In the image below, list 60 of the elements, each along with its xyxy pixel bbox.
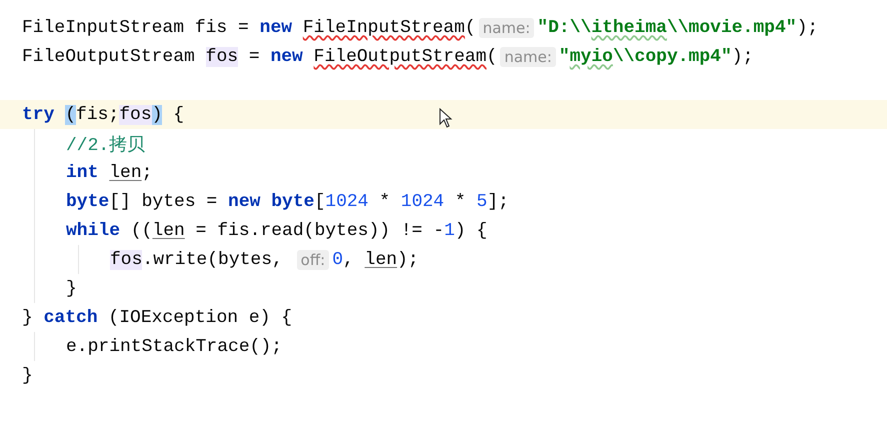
code-text: fis;	[76, 104, 120, 124]
code-text: }	[66, 278, 77, 298]
string-literal: "	[558, 46, 570, 66]
mouse-pointer-icon	[439, 108, 453, 128]
code-text: (	[464, 18, 476, 38]
string-literal: "D:\\	[537, 18, 592, 38]
code-text: ((	[130, 220, 152, 240]
variable-name: len	[152, 220, 185, 240]
class-name: FileOutputStream	[314, 46, 486, 66]
code-text: = fis.read(bytes)) != -	[194, 220, 444, 240]
parameter-hint: name:	[478, 18, 534, 38]
number-literal: 0	[332, 250, 344, 270]
keyword: while	[66, 220, 120, 240]
number-literal: 1024	[400, 192, 444, 212]
variable-name: fos	[206, 46, 238, 66]
parameter-hint: name:	[500, 46, 556, 66]
variable-name: len	[109, 162, 142, 182]
keyword: new	[260, 18, 294, 38]
variable-name: fos	[110, 250, 142, 270]
string-literal: \\copy.mp4"	[612, 46, 732, 66]
code-text: FileInputStream fis =	[22, 18, 250, 38]
bracket: (	[65, 104, 76, 124]
keyword: catch	[44, 308, 98, 328]
code-text: =	[248, 46, 261, 66]
keyword: new byte	[228, 192, 314, 212]
code-text: e.printStackTrace();	[66, 336, 282, 356]
code-text: }	[22, 308, 34, 328]
number-literal: 1	[444, 220, 455, 240]
code-text: (IOException e) {	[107, 308, 292, 328]
code-comment: //2.拷贝	[66, 134, 146, 156]
keyword: try	[22, 104, 56, 124]
code-text: *	[378, 192, 392, 212]
number-literal: 1024	[325, 192, 368, 212]
code-text: [] bytes =	[109, 192, 218, 212]
code-text: }	[22, 366, 33, 386]
variable-name: fos	[119, 104, 152, 124]
code-text: ;	[142, 162, 152, 182]
code-text: );	[796, 18, 818, 38]
string-literal: myio	[570, 46, 613, 66]
keyword: new	[270, 46, 304, 66]
code-text: FileOutputStream	[22, 46, 196, 66]
bracket: )	[152, 104, 162, 124]
class-name: FileInputStream	[302, 18, 465, 38]
code-text: .write(bytes,	[142, 250, 284, 270]
code-text: ];	[487, 192, 509, 212]
code-text: (	[486, 46, 498, 66]
code-text: ) {	[454, 220, 488, 240]
variable-name: len	[364, 250, 398, 270]
string-literal: itheima	[591, 18, 667, 38]
string-literal: \\movie.mp4"	[666, 18, 797, 38]
keyword: byte	[66, 192, 110, 212]
code-text: );	[397, 250, 419, 270]
code-text: ,	[343, 250, 355, 270]
code-text: *	[454, 192, 467, 212]
code-text: [	[314, 192, 326, 212]
code-text: {	[172, 104, 184, 124]
number-literal: 5	[476, 192, 488, 212]
keyword: int	[66, 162, 100, 182]
code-text: );	[732, 46, 754, 66]
parameter-hint: off:	[296, 250, 330, 270]
